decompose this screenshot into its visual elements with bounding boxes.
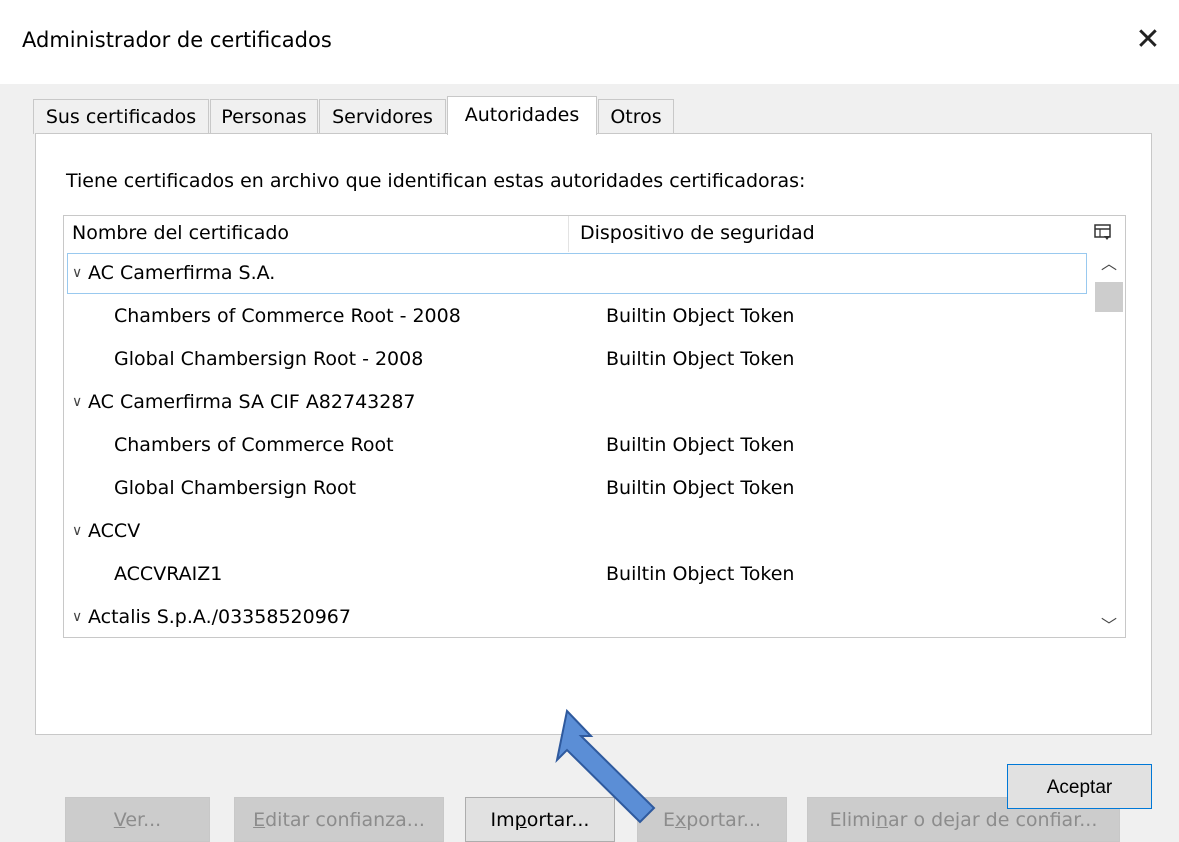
tree-cert-row[interactable]: ACCVRAIZ1 Builtin Object Token bbox=[66, 553, 1088, 596]
certificate-tree[interactable]: Nombre del certificado Dispositivo de se… bbox=[63, 215, 1126, 638]
ok-button[interactable]: Aceptar bbox=[1007, 764, 1152, 809]
tab-otros[interactable]: Otros bbox=[598, 99, 674, 134]
cert-name: AC Camerfirma S.A. bbox=[88, 262, 276, 284]
panel-description: Tiene certificados en archivo que identi… bbox=[66, 170, 806, 192]
tree-scrollbar[interactable]: ︿ ﹀ bbox=[1093, 252, 1125, 637]
cert-device: Builtin Object Token bbox=[606, 477, 795, 499]
cert-name: Chambers of Commerce Root bbox=[114, 434, 394, 456]
export-button[interactable]: Exportar... bbox=[637, 797, 787, 842]
tab-autoridades[interactable]: Autoridades bbox=[447, 96, 597, 135]
chevron-down-icon[interactable]: ∨ bbox=[72, 596, 82, 637]
tree-group-row[interactable]: ∨ AC Camerfirma S.A. bbox=[66, 252, 1088, 295]
tree-cert-row[interactable]: Global Chambersign Root - 2008 Builtin Ob… bbox=[66, 338, 1088, 381]
cert-name: Actalis S.p.A./03358520967 bbox=[88, 606, 351, 628]
column-divider[interactable] bbox=[568, 216, 569, 252]
column-picker-icon[interactable] bbox=[1094, 224, 1112, 242]
tree-cert-row[interactable]: Global Chambersign Root Builtin Object To… bbox=[66, 467, 1088, 510]
tree-group-row[interactable]: ∨ AC Camerfirma SA CIF A82743287 bbox=[66, 381, 1088, 424]
tree-cert-row[interactable]: Chambers of Commerce Root Builtin Object … bbox=[66, 424, 1088, 467]
column-header-name[interactable]: Nombre del certificado bbox=[72, 222, 289, 244]
cert-device: Builtin Object Token bbox=[606, 348, 795, 370]
cert-name: Chambers of Commerce Root - 2008 bbox=[114, 305, 461, 327]
cert-device: Builtin Object Token bbox=[606, 434, 795, 456]
cert-name: Global Chambersign Root bbox=[114, 477, 357, 499]
scroll-thumb[interactable] bbox=[1095, 282, 1123, 312]
import-button[interactable]: Importar... bbox=[465, 797, 615, 842]
title-bar: Administrador de certificados ✕ bbox=[0, 0, 1179, 84]
cert-device: Builtin Object Token bbox=[606, 305, 795, 327]
chevron-down-icon[interactable]: ∨ bbox=[72, 510, 82, 553]
edit-trust-button[interactable]: Editar confianza... bbox=[234, 797, 444, 842]
view-button[interactable]: Ver... bbox=[65, 797, 210, 842]
cert-name: ACCV bbox=[88, 520, 141, 542]
chevron-down-icon[interactable]: ∨ bbox=[72, 252, 82, 295]
tree-cert-row[interactable]: Chambers of Commerce Root - 2008 Builtin … bbox=[66, 295, 1088, 338]
scroll-up-icon[interactable]: ︿ bbox=[1093, 252, 1125, 276]
column-header-device[interactable]: Dispositivo de seguridad bbox=[580, 222, 815, 244]
chevron-down-icon[interactable]: ∨ bbox=[72, 381, 82, 424]
tab-servidores[interactable]: Servidores bbox=[319, 99, 446, 134]
close-icon[interactable]: ✕ bbox=[1130, 22, 1166, 58]
window-title: Administrador de certificados bbox=[22, 28, 332, 52]
tab-panel: Tiene certificados en archivo que identi… bbox=[35, 133, 1152, 842]
tree-group-row[interactable]: ∨ Actalis S.p.A./03358520967 bbox=[66, 596, 1088, 637]
tree-group-row[interactable]: ∨ ACCV bbox=[66, 510, 1088, 553]
tab-personas[interactable]: Personas bbox=[210, 99, 318, 134]
scroll-down-icon[interactable]: ﹀ bbox=[1093, 614, 1125, 637]
cert-name: ACCVRAIZ1 bbox=[114, 563, 223, 585]
cert-name: AC Camerfirma SA CIF A82743287 bbox=[88, 391, 416, 413]
cert-device: Builtin Object Token bbox=[606, 563, 795, 585]
cert-name: Global Chambersign Root - 2008 bbox=[114, 348, 424, 370]
tab-sus-certificados[interactable]: Sus certificados bbox=[33, 99, 209, 134]
